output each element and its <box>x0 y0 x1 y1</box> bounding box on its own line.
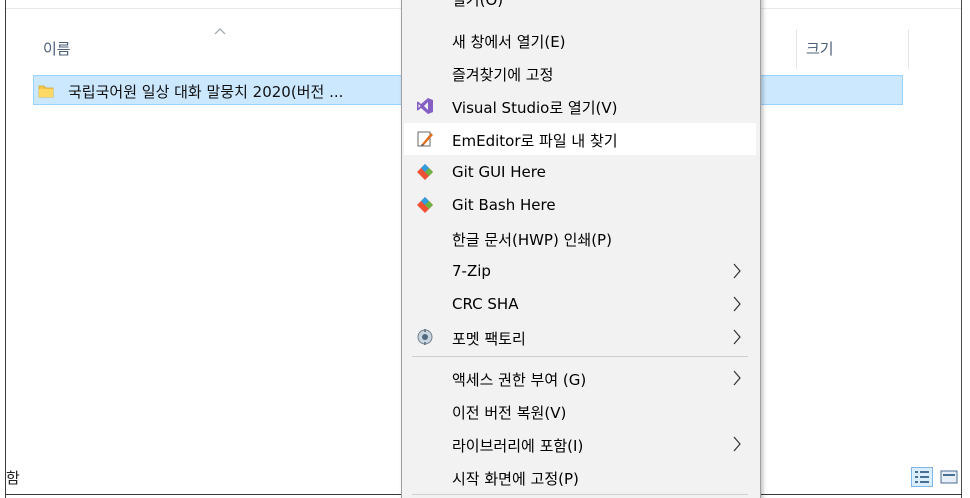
context-menu-item-open[interactable]: 열기(O) <box>404 0 756 14</box>
submenu-arrow-icon <box>733 329 741 345</box>
context-menu-item-label: 포멧 팩토리 <box>452 330 526 348</box>
context-menu-item-label: 라이브러리에 포함(I) <box>452 437 584 455</box>
format-factory-icon <box>417 329 433 345</box>
context-menu-separator <box>412 494 748 495</box>
context-menu-item-label: CRC SHA <box>452 295 519 313</box>
context-menu-item-format-factory[interactable]: 포멧 팩토리 <box>404 321 756 353</box>
context-menu-item-crc-sha[interactable]: CRC SHA <box>404 288 756 320</box>
context-menu-item-7zip[interactable]: 7-Zip <box>404 255 756 287</box>
context-menu-item-label: 새 창에서 열기(E) <box>452 33 566 51</box>
submenu-arrow-icon <box>733 370 741 386</box>
context-menu-item-label: EmEditor로 파일 내 찾기 <box>452 132 618 150</box>
column-separator[interactable] <box>908 29 909 69</box>
details-view-icon[interactable] <box>911 467 933 487</box>
context-menu: 열기(O) 새 창에서 열기(E) 즐겨찾기에 고정 Visual Studio… <box>401 0 761 498</box>
submenu-arrow-icon <box>733 436 741 452</box>
context-menu-item-emeditor-find[interactable]: EmEditor로 파일 내 찾기 <box>404 123 756 155</box>
context-menu-item-label: 이전 버전 복원(V) <box>452 404 567 422</box>
context-menu-item-git-gui[interactable]: Git GUI Here <box>404 156 756 188</box>
context-menu-item-open-new-window[interactable]: 새 창에서 열기(E) <box>404 24 756 56</box>
emeditor-icon <box>417 131 433 147</box>
context-menu-item-label: 7-Zip <box>452 262 491 280</box>
large-icons-view-icon[interactable] <box>939 468 959 486</box>
context-menu-item-label: Git GUI Here <box>452 163 546 181</box>
context-menu-item-label: Git Bash Here <box>452 196 556 214</box>
submenu-arrow-icon <box>733 263 741 279</box>
column-separator[interactable] <box>796 29 797 69</box>
context-menu-item-label: 액세스 권한 부여 (G) <box>452 371 587 389</box>
explorer-window: 이름 크기 국립국어원 일상 대화 말뭉치 2020(버전 ... 함 열기(O… <box>0 0 970 498</box>
context-menu-item-pin-start[interactable]: 시작 화면에 고정(P) <box>404 461 756 493</box>
git-icon <box>417 197 433 213</box>
context-menu-item-restore-previous[interactable]: 이전 버전 복원(V) <box>404 395 756 427</box>
context-menu-item-label: 즐겨찾기에 고정 <box>452 66 554 84</box>
column-header-name[interactable]: 이름 <box>43 38 71 59</box>
context-menu-item-give-access[interactable]: 액세스 권한 부여 (G) <box>404 362 756 394</box>
context-menu-item-label: Visual Studio로 열기(V) <box>452 99 618 117</box>
context-menu-item-label: 열기(O) <box>452 0 504 9</box>
file-name: 국립국어원 일상 대화 말뭉치 2020(버전 ... <box>68 83 344 101</box>
context-menu-item-label: 시작 화면에 고정(P) <box>452 470 579 488</box>
context-menu-item-pin-quick-access[interactable]: 즐겨찾기에 고정 <box>404 57 756 89</box>
window-right-border <box>961 0 962 498</box>
sort-ascending-icon <box>214 28 226 35</box>
folder-icon <box>38 85 54 98</box>
status-bar-text: 함 <box>6 469 20 487</box>
visual-studio-icon <box>417 98 433 114</box>
context-menu-item-label: 한글 문서(HWP) 인쇄(P) <box>452 231 612 249</box>
git-icon <box>417 164 433 180</box>
column-header-size[interactable]: 크기 <box>806 38 834 59</box>
context-menu-item-hwp-print[interactable]: 한글 문서(HWP) 인쇄(P) <box>404 222 756 254</box>
context-menu-item-git-bash[interactable]: Git Bash Here <box>404 189 756 221</box>
submenu-arrow-icon <box>733 296 741 312</box>
context-menu-item-include-library[interactable]: 라이브러리에 포함(I) <box>404 428 756 460</box>
context-menu-separator <box>412 356 748 357</box>
context-menu-item-open-visual-studio[interactable]: Visual Studio로 열기(V) <box>404 90 756 122</box>
